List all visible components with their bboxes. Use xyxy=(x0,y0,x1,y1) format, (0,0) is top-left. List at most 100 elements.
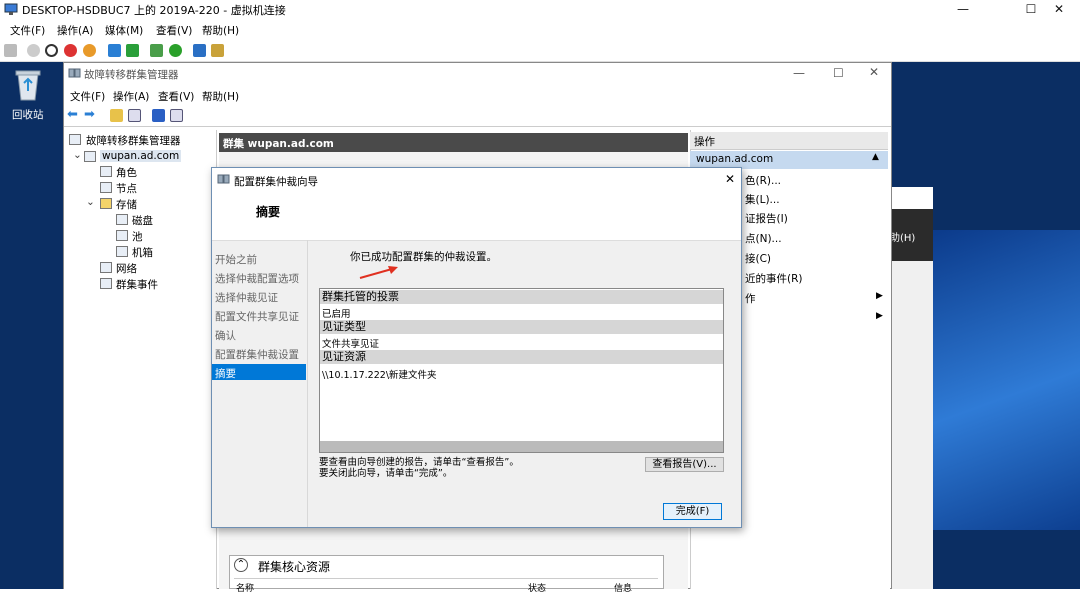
fcm-title: 故障转移群集管理器 xyxy=(84,69,179,81)
menu-media[interactable]: 媒体(M) xyxy=(105,23,143,38)
report-value-witness-type: 文件共享见证 xyxy=(322,339,380,350)
fcm-menu-action[interactable]: 操作(A) xyxy=(113,89,149,104)
tree-item-disks[interactable]: 磁盘 xyxy=(132,213,153,228)
step-summary: 摘要 xyxy=(215,368,236,380)
report-header-witness-type: 见证类型 xyxy=(320,320,723,334)
core-resources-title: 群集核心资源 xyxy=(258,560,331,574)
chevron-down-icon[interactable]: ⌄ xyxy=(86,196,95,208)
cluster-icon xyxy=(84,151,96,162)
menu-file[interactable]: 文件(F) xyxy=(10,23,45,38)
monitor-icon xyxy=(4,3,18,15)
finish-button[interactable]: 完成(F) xyxy=(663,503,722,520)
menu-action[interactable]: 操作(A) xyxy=(57,23,93,38)
action-configure-role[interactable]: 色(R)... xyxy=(745,173,781,188)
fcm-menu-view[interactable]: 查看(V) xyxy=(158,89,194,104)
back-icon[interactable]: ⬅ xyxy=(67,107,78,122)
forward-icon[interactable]: ➡ xyxy=(84,107,95,122)
share-icon[interactable] xyxy=(211,44,224,57)
show-action-pane-icon[interactable] xyxy=(170,109,183,122)
hint-view-report: 要查看由向导创建的报告，请单击“查看报告”。 xyxy=(319,457,519,468)
dialog-divider xyxy=(307,240,308,527)
close-button[interactable]: ✕ xyxy=(1036,0,1080,20)
revert-icon[interactable] xyxy=(169,44,182,57)
show-tree-icon[interactable] xyxy=(128,109,141,122)
fcm-close-button[interactable]: ✕ xyxy=(869,65,879,79)
start-icon[interactable] xyxy=(27,44,40,57)
help-icon[interactable] xyxy=(152,109,165,122)
dialog-close-button[interactable]: ✕ xyxy=(725,172,735,186)
tree-item-roles[interactable]: 角色 xyxy=(116,165,137,180)
network-icon xyxy=(100,262,112,273)
cluster-manager-icon xyxy=(69,134,81,145)
column-status[interactable]: 状态 xyxy=(528,581,546,594)
shutdown-icon[interactable] xyxy=(64,44,77,57)
step-confirm: 确认 xyxy=(215,330,236,342)
action-validate-cluster[interactable]: 集(L)... xyxy=(745,192,780,207)
core-resources-header-row xyxy=(234,578,658,590)
collapse-arrow-icon[interactable]: ▲ xyxy=(872,152,879,162)
action-add-node[interactable]: 点(N)... xyxy=(745,231,782,246)
column-info[interactable]: 信息 xyxy=(614,581,632,594)
recycle-bin-label: 回收站 xyxy=(12,109,44,121)
up-folder-icon[interactable] xyxy=(110,109,123,122)
report-value-witness-resource: \\10.1.17.222\新建文件夹 xyxy=(322,370,437,381)
tree-item-networks[interactable]: 网络 xyxy=(116,261,137,276)
tree-root[interactable]: 故障转移群集管理器 xyxy=(86,133,181,148)
actions-subheader-label: wupan.ad.com xyxy=(696,153,774,165)
turn-off-icon[interactable] xyxy=(45,44,58,57)
events-icon xyxy=(100,278,112,289)
fcm-menu-help[interactable]: 帮助(H) xyxy=(202,89,239,104)
enhanced-session-icon[interactable] xyxy=(193,44,206,57)
fcm-minimize-button[interactable]: — xyxy=(793,66,805,80)
report-value-votes: 已启用 xyxy=(322,309,351,320)
vm-title: DESKTOP-HSDBUC7 上的 2019A-220 - 虚拟机连接 xyxy=(22,4,286,17)
action-view-validation-report[interactable]: 证报告(I) xyxy=(745,211,788,226)
reset-icon[interactable] xyxy=(126,44,139,57)
tree-item-nodes[interactable]: 节点 xyxy=(116,181,137,196)
enclosure-icon xyxy=(116,246,128,257)
background-window-menu[interactable]: 助(H) xyxy=(890,229,915,244)
navigation-tree: 故障转移群集管理器 ⌄ wupan.ad.com 角色 节点 ⌄ 存储 磁盘 池… xyxy=(64,130,217,589)
vm-title-bar: DESKTOP-HSDBUC7 上的 2019A-220 - 虚拟机连接 — ☐… xyxy=(0,0,1080,20)
tree-item-storage[interactable]: 存储 xyxy=(116,197,137,212)
checkpoint-icon[interactable] xyxy=(150,44,163,57)
step-configure-settings: 配置群集仲裁设置 xyxy=(215,349,299,361)
report-header-votes: 群集托管的投票 xyxy=(320,290,723,304)
ctrl-alt-del-icon[interactable] xyxy=(4,44,17,57)
dialog-hint: 要查看由向导创建的报告，请单击“查看报告”。 要关闭此向导，请单击“完成”。 xyxy=(319,457,519,479)
report-scrollbar[interactable] xyxy=(320,441,723,452)
fcm-maximize-button[interactable]: ☐ xyxy=(833,66,844,80)
center-header: 群集 wupan.ad.com xyxy=(219,133,688,152)
action-close-connection[interactable]: 接(C) xyxy=(745,251,771,266)
column-name[interactable]: 名称 xyxy=(236,581,254,594)
fcm-menu-bar: 文件(F) 操作(A) 查看(V) 帮助(H) xyxy=(64,87,891,105)
tree-item-enclosures[interactable]: 机箱 xyxy=(132,245,153,260)
recycle-bin-icon[interactable] xyxy=(13,68,43,102)
menu-view[interactable]: 查看(V) xyxy=(156,23,192,38)
red-arrow-annotation xyxy=(359,266,398,279)
chevron-down-icon[interactable]: ⌄ xyxy=(73,149,82,161)
vm-toolbar xyxy=(0,40,1080,62)
tree-item-events[interactable]: 群集事件 xyxy=(116,277,158,292)
view-report-button[interactable]: 查看报告(V)... xyxy=(645,457,724,472)
minimize-button[interactable]: — xyxy=(940,0,986,20)
action-reset-recent-events[interactable]: 近的事件(R) xyxy=(745,271,803,286)
step-configure-file-share: 配置文件共享见证 xyxy=(215,311,299,323)
save-state-icon[interactable] xyxy=(83,44,96,57)
pause-icon[interactable] xyxy=(108,44,121,57)
actions-header: 操作 xyxy=(690,132,888,150)
core-resources-panel: ⌃ 群集核心资源 名称 状态 信息 xyxy=(229,555,664,594)
tree-item-pools[interactable]: 池 xyxy=(132,229,143,244)
collapse-icon[interactable]: ⌃ xyxy=(234,558,248,572)
step-select-witness: 选择仲裁见证 xyxy=(215,292,278,304)
report-header-witness-resource: 见证资源 xyxy=(320,350,723,364)
tree-cluster[interactable]: wupan.ad.com xyxy=(100,150,182,162)
action-more-actions[interactable]: 作 xyxy=(745,291,756,306)
menu-help[interactable]: 帮助(H) xyxy=(202,23,239,38)
success-message: 你已成功配置群集的仲裁设置。 xyxy=(350,251,497,263)
submenu-arrow-icon: ▶ xyxy=(876,291,883,301)
dialog-title: 配置群集仲裁向导 xyxy=(234,176,318,188)
cluster-manager-icon xyxy=(68,68,81,78)
fcm-menu-file[interactable]: 文件(F) xyxy=(70,89,105,104)
background-window-header: 助(H) xyxy=(890,209,933,261)
